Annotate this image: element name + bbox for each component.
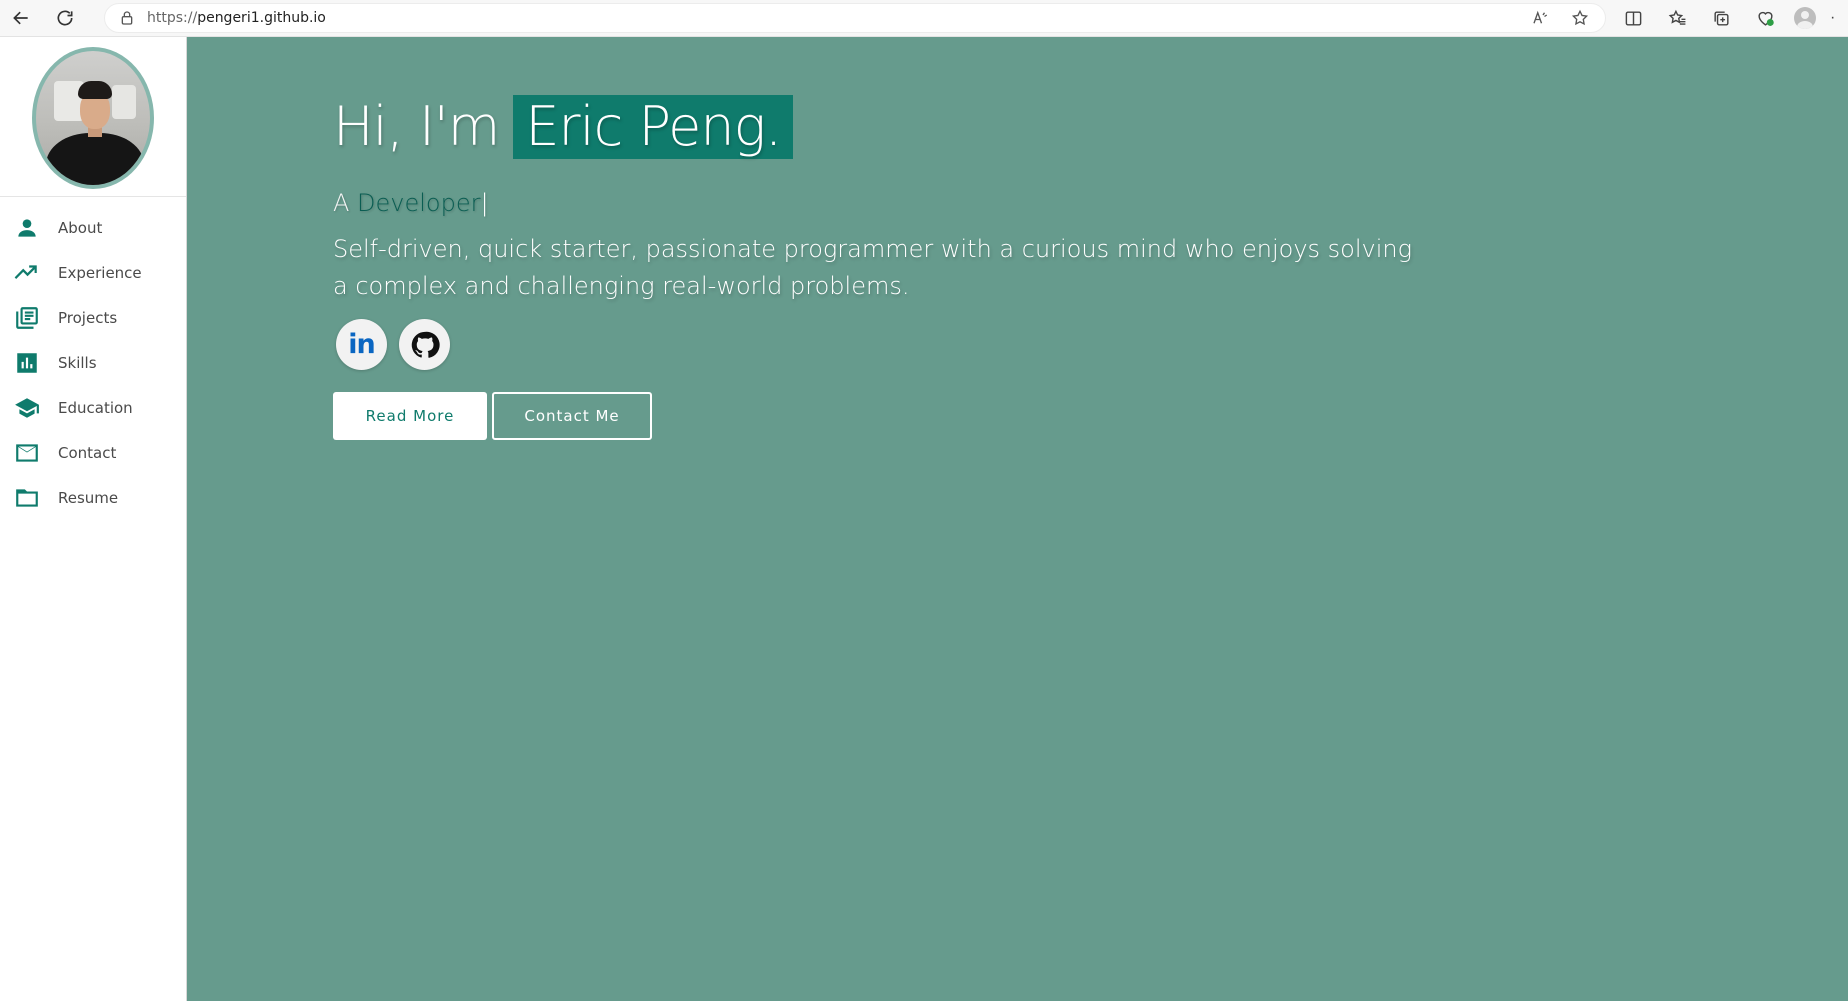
linkedin-button[interactable]: in bbox=[336, 319, 387, 370]
sidebar-item-projects[interactable]: Projects bbox=[0, 295, 186, 340]
github-button[interactable] bbox=[399, 319, 450, 370]
more-options-icon[interactable]: · bbox=[1830, 9, 1835, 27]
sidebar-item-label: Education bbox=[58, 398, 133, 417]
address-bar[interactable]: https://pengeri1.github.io bbox=[104, 3, 1606, 33]
hero-actions: Read More Contact Me bbox=[333, 392, 1433, 440]
greeting-text: Hi, I'm bbox=[333, 95, 500, 158]
bio-text: Self-driven, quick starter, passionate p… bbox=[333, 235, 1413, 300]
profile-header bbox=[0, 37, 186, 197]
browser-toolbar: https://pengeri1.github.io · bbox=[0, 0, 1848, 37]
back-arrow-icon[interactable] bbox=[6, 3, 36, 33]
url-text[interactable]: https://pengeri1.github.io bbox=[147, 10, 326, 26]
trending-up-icon bbox=[14, 260, 40, 286]
name-highlight: Eric Peng. bbox=[513, 95, 794, 159]
sidebar-item-resume[interactable]: Resume bbox=[0, 475, 186, 520]
github-icon bbox=[411, 331, 440, 358]
role-word: Developer bbox=[357, 189, 481, 217]
school-icon bbox=[14, 395, 40, 421]
linkedin-icon: in bbox=[348, 329, 376, 360]
sidebar-item-about[interactable]: About bbox=[0, 205, 186, 250]
hero-section: Hi, I'm Eric Peng. A Developer| Self-dri… bbox=[187, 37, 1848, 1001]
split-screen-icon[interactable] bbox=[1616, 3, 1650, 33]
url-host: pengeri1.github.io bbox=[197, 10, 326, 26]
sidebar-item-label: Contact bbox=[58, 443, 117, 462]
folder-icon bbox=[14, 485, 40, 511]
profile-photo bbox=[32, 47, 154, 189]
sidebar-item-label: Skills bbox=[58, 353, 97, 372]
sidebar-menu: About Experience Projects Skills Educati… bbox=[0, 197, 186, 520]
person-icon bbox=[14, 215, 40, 241]
sidebar-item-skills[interactable]: Skills bbox=[0, 340, 186, 385]
lock-icon[interactable] bbox=[119, 10, 135, 26]
reload-icon[interactable] bbox=[50, 3, 80, 33]
favorite-star-icon[interactable] bbox=[1565, 4, 1595, 32]
sidebar-item-label: Experience bbox=[58, 263, 142, 282]
browser-essentials-icon[interactable] bbox=[1748, 3, 1782, 33]
social-links: in bbox=[333, 319, 1433, 370]
contact-me-button[interactable]: Contact Me bbox=[492, 392, 652, 440]
read-aloud-icon[interactable] bbox=[1525, 4, 1555, 32]
hero-heading: Hi, I'm Eric Peng. bbox=[333, 95, 1433, 159]
library-books-icon bbox=[14, 305, 40, 331]
url-scheme: https:// bbox=[147, 10, 198, 26]
mail-icon bbox=[14, 440, 40, 466]
sidebar-item-label: Projects bbox=[58, 308, 118, 327]
profile-avatar-icon[interactable] bbox=[1794, 7, 1816, 29]
typing-caret: | bbox=[480, 189, 489, 217]
favorites-icon[interactable] bbox=[1660, 3, 1694, 33]
role-prefix: A bbox=[333, 189, 358, 217]
typed-role-line: A Developer| bbox=[333, 189, 1433, 217]
read-more-button[interactable]: Read More bbox=[333, 392, 487, 440]
bar-chart-icon bbox=[14, 350, 40, 376]
sidebar: About Experience Projects Skills Educati… bbox=[0, 37, 187, 1001]
sidebar-item-education[interactable]: Education bbox=[0, 385, 186, 430]
hero-content: Hi, I'm Eric Peng. A Developer| Self-dri… bbox=[333, 95, 1433, 440]
sidebar-item-label: About bbox=[58, 218, 103, 237]
sidebar-item-experience[interactable]: Experience bbox=[0, 250, 186, 295]
collections-icon[interactable] bbox=[1704, 3, 1738, 33]
sidebar-item-label: Resume bbox=[58, 488, 119, 507]
sidebar-item-contact[interactable]: Contact bbox=[0, 430, 186, 475]
